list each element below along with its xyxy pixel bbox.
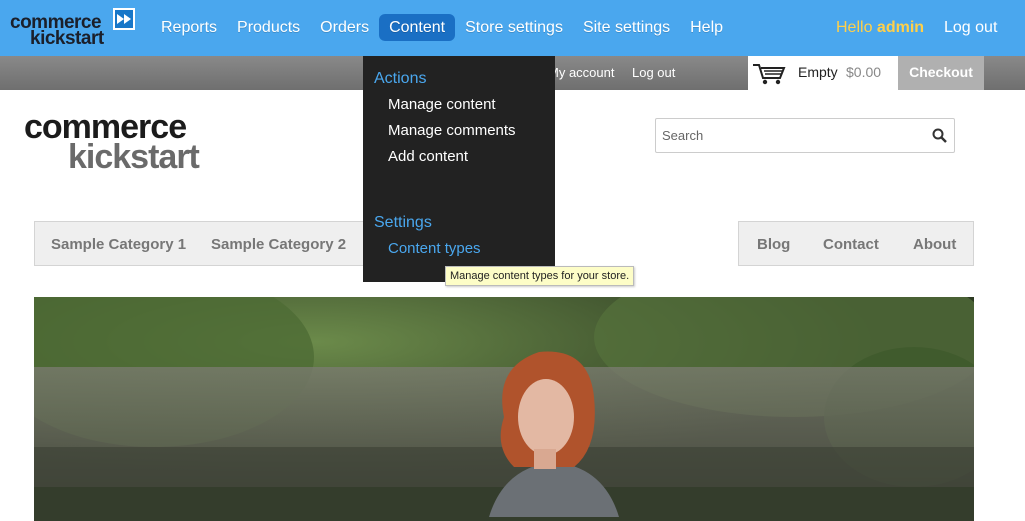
nav-about[interactable]: About [913, 236, 956, 253]
hello-greeting: Hello admin [836, 19, 924, 37]
user-logout-link[interactable]: Log out [632, 65, 675, 80]
dropdown-content-types[interactable]: Content types [388, 240, 481, 257]
hero-photo [34, 297, 974, 521]
hero-banner-image[interactable] [34, 297, 974, 521]
admin-menu-products[interactable]: Products [227, 14, 310, 41]
my-account-link[interactable]: My account [548, 65, 614, 80]
admin-menu-reports[interactable]: Reports [151, 14, 227, 41]
admin-menu-help[interactable]: Help [680, 14, 733, 41]
dropdown-header-settings: Settings [374, 214, 432, 231]
admin-menu-content[interactable]: Content [379, 14, 456, 41]
dropdown-manage-content[interactable]: Manage content [388, 96, 496, 113]
cart-summary[interactable]: Empty $0.00 [748, 56, 898, 90]
dropdown-manage-comments[interactable]: Manage comments [388, 122, 516, 139]
dropdown-add-content[interactable]: Add content [388, 148, 468, 165]
admin-logout-link[interactable]: Log out [944, 19, 997, 37]
admin-toolbar: commerce kickstart Reports Products Orde… [0, 0, 1025, 56]
fast-forward-icon [113, 8, 135, 30]
search-box [655, 118, 955, 153]
search-icon[interactable] [931, 127, 949, 145]
admin-menu-site-settings[interactable]: Site settings [573, 14, 680, 41]
nav-sample-category-1[interactable]: Sample Category 1 [51, 236, 186, 253]
main-nav-secondary: Blog Contact About [738, 221, 974, 266]
nav-blog[interactable]: Blog [757, 236, 790, 253]
cart-status: Empty [798, 64, 838, 80]
dropdown-header-actions: Actions [374, 70, 427, 87]
admin-menu-store-settings[interactable]: Store settings [455, 14, 573, 41]
nav-sample-category-2[interactable]: Sample Category 2 [211, 236, 346, 253]
nav-contact[interactable]: Contact [823, 236, 879, 253]
cart-total: $0.00 [846, 64, 882, 80]
checkout-button[interactable]: Checkout [898, 56, 984, 90]
admin-menu: Reports Products Orders Content Store se… [151, 14, 733, 41]
content-dropdown-menu: Actions Manage content Manage comments A… [363, 56, 555, 282]
logo-word-kickstart: kickstart [30, 28, 104, 49]
commerce-kickstart-logo[interactable]: commerce kickstart [8, 6, 136, 50]
admin-menu-orders[interactable]: Orders [310, 14, 379, 41]
site-logo-word-kickstart: kickstart [68, 138, 200, 176]
shopping-cart-icon [753, 64, 786, 85]
hello-prefix: Hello [836, 19, 873, 36]
site-logo[interactable]: commerce kickstart [24, 108, 224, 178]
search-input[interactable] [656, 119, 926, 152]
hello-username[interactable]: admin [877, 19, 924, 36]
content-types-tooltip: Manage content types for your store. [445, 266, 635, 286]
